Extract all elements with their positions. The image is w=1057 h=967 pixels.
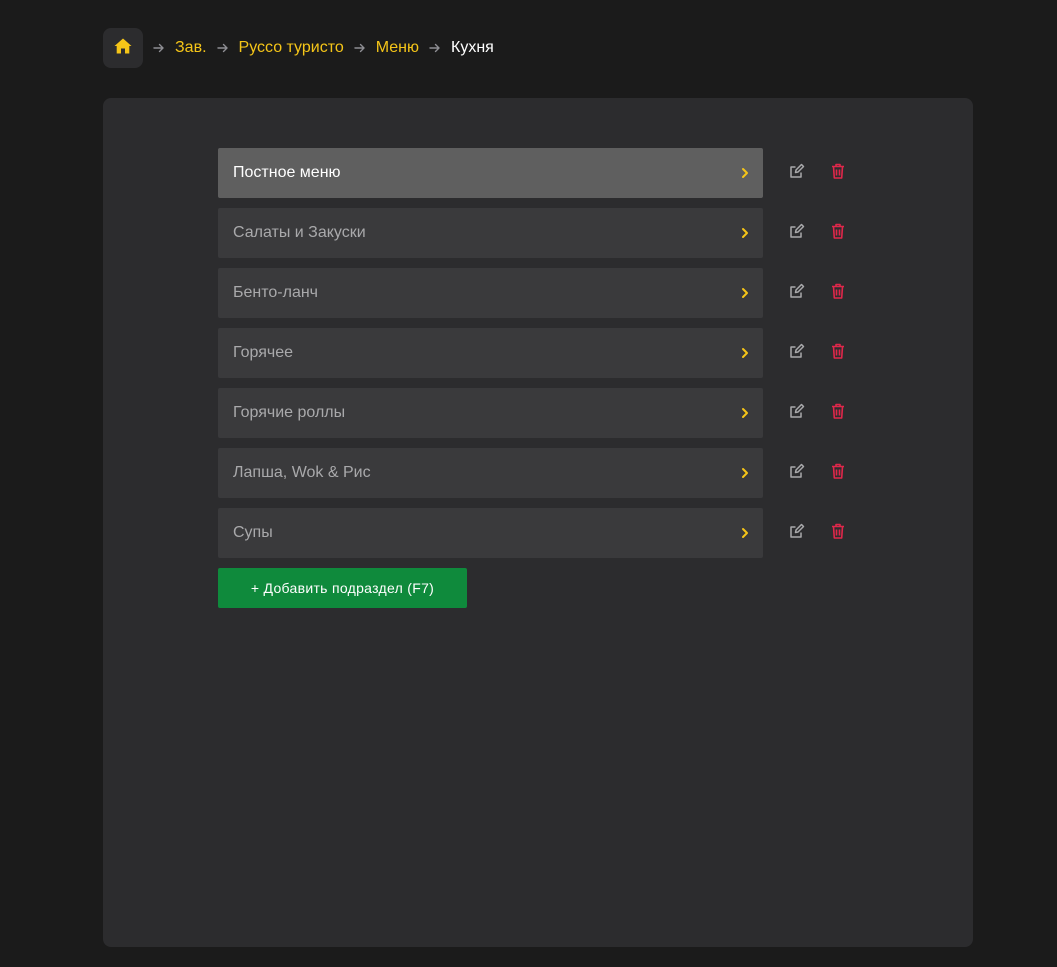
edit-button[interactable] [787, 343, 807, 363]
edit-icon [789, 163, 805, 184]
section-row: Горячие роллы [218, 388, 848, 438]
section-label: Горячие роллы [233, 404, 346, 421]
trash-icon [831, 343, 845, 364]
section-label: Салаты и Закуски [233, 224, 366, 241]
content-panel: Постное меню Салаты и Закуски Бенто-ланч… [103, 98, 973, 947]
edit-icon [789, 403, 805, 424]
delete-button[interactable] [828, 523, 848, 543]
breadcrumb-link-venue[interactable]: Руссо туристо [239, 39, 344, 57]
delete-button[interactable] [828, 403, 848, 423]
arrow-right-icon [354, 43, 366, 53]
chevron-right-icon [741, 407, 749, 419]
section-list: Постное меню Салаты и Закуски Бенто-ланч… [218, 148, 848, 608]
section-item[interactable]: Горячие роллы [218, 388, 763, 438]
breadcrumb-link-establishments[interactable]: Зав. [175, 39, 207, 57]
arrow-right-icon [153, 43, 165, 53]
edit-icon [789, 223, 805, 244]
chevron-right-icon [741, 167, 749, 179]
section-label: Постное меню [233, 164, 341, 181]
section-item[interactable]: Лапша, Wok & Рис [218, 448, 763, 498]
section-item[interactable]: Постное меню [218, 148, 763, 198]
section-row: Лапша, Wok & Рис [218, 448, 848, 498]
section-item[interactable]: Супы [218, 508, 763, 558]
home-button[interactable] [103, 28, 143, 68]
section-item[interactable]: Горячее [218, 328, 763, 378]
trash-icon [831, 163, 845, 184]
section-label: Супы [233, 524, 273, 541]
edit-button[interactable] [787, 463, 807, 483]
trash-icon [831, 223, 845, 244]
chevron-right-icon [741, 287, 749, 299]
edit-button[interactable] [787, 403, 807, 423]
section-item[interactable]: Салаты и Закуски [218, 208, 763, 258]
home-icon [114, 38, 132, 59]
delete-button[interactable] [828, 283, 848, 303]
delete-button[interactable] [828, 223, 848, 243]
section-row: Супы [218, 508, 848, 558]
delete-button[interactable] [828, 343, 848, 363]
chevron-right-icon [741, 227, 749, 239]
breadcrumb-current: Кухня [451, 39, 494, 56]
section-row: Постное меню [218, 148, 848, 198]
section-row: Салаты и Закуски [218, 208, 848, 258]
edit-icon [789, 343, 805, 364]
edit-button[interactable] [787, 223, 807, 243]
arrow-right-icon [216, 43, 229, 53]
section-item[interactable]: Бенто-ланч [218, 268, 763, 318]
trash-icon [831, 403, 845, 424]
edit-icon [789, 463, 805, 484]
trash-icon [831, 523, 845, 544]
section-label: Горячее [233, 344, 294, 361]
edit-button[interactable] [787, 163, 807, 183]
arrow-right-icon [429, 43, 441, 53]
delete-button[interactable] [828, 163, 848, 183]
chevron-right-icon [741, 527, 749, 539]
edit-button[interactable] [787, 523, 807, 543]
trash-icon [831, 283, 845, 304]
edit-icon [789, 523, 805, 544]
section-row: Горячее [218, 328, 848, 378]
chevron-right-icon [741, 467, 749, 479]
edit-icon [789, 283, 805, 304]
chevron-right-icon [741, 347, 749, 359]
breadcrumb: Зав. Руссо туристо Меню Кухня [103, 28, 494, 68]
section-label: Лапша, Wok & Рис [233, 464, 371, 481]
section-row: Бенто-ланч [218, 268, 848, 318]
section-label: Бенто-ланч [233, 284, 319, 301]
trash-icon [831, 463, 845, 484]
add-subsection-button[interactable]: + Добавить подраздел (F7) [218, 568, 467, 608]
breadcrumb-link-menu[interactable]: Меню [376, 39, 419, 57]
delete-button[interactable] [828, 463, 848, 483]
edit-button[interactable] [787, 283, 807, 303]
